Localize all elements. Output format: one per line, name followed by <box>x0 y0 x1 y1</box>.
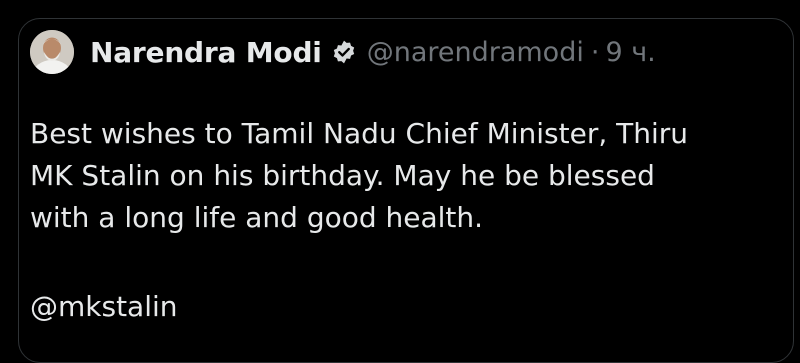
author-name[interactable]: Narendra Modi <box>90 36 322 69</box>
post-text: Best wishes to Tamil Nadu Chief Minister… <box>30 117 689 234</box>
post-timestamp[interactable]: 9 ч. <box>605 37 655 68</box>
author-handle[interactable]: @narendramodi <box>367 37 584 68</box>
post-header: Narendra Modi @narendramodi · 9 ч. <box>30 30 656 74</box>
separator-dot: · <box>590 36 600 68</box>
verified-check-icon <box>331 39 357 65</box>
mention-link[interactable]: @mkstalin <box>30 286 178 328</box>
avatar[interactable] <box>30 30 74 74</box>
